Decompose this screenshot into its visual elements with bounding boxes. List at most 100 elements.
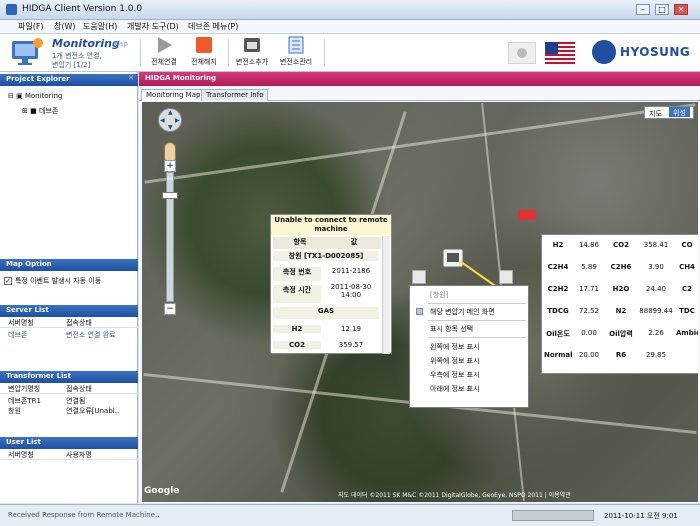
menu-item-main-screen[interactable]: 해당 변압기 메인 화면 bbox=[410, 305, 528, 318]
grid-value: 0.00 bbox=[581, 329, 597, 337]
menu-item-select-display[interactable]: 표시 항목 선택 bbox=[410, 322, 528, 335]
tree-child[interactable]: ⊞ ■ 데브존 bbox=[22, 106, 58, 116]
monitoring-title: Monitoring bbox=[52, 37, 120, 50]
tree-root[interactable]: ⊟ ▣ Monitoring bbox=[8, 92, 62, 100]
grid-value: 14.86 bbox=[578, 241, 600, 249]
project-explorer-header: Project Explorer ✕ bbox=[0, 74, 138, 86]
auto-move-label: 특정 이벤트 발생시 자동 이동 bbox=[15, 277, 102, 285]
popup-gas-label: CO2 bbox=[273, 341, 321, 349]
table-row[interactable]: 데브존TR1 연결됨 bbox=[0, 396, 138, 406]
minimize-button[interactable]: – bbox=[636, 4, 650, 15]
user-list-columns: 서버명칭 사용자명 bbox=[0, 450, 138, 460]
popup-row-label: 측정 시간 bbox=[273, 285, 321, 303]
stop-icon bbox=[196, 37, 212, 53]
monitoring-logo-icon bbox=[12, 38, 43, 65]
grid-label: CO bbox=[681, 241, 693, 249]
transformer-summary: 변압기 [1/2] bbox=[52, 61, 91, 69]
table-row[interactable]: 창원 연결오류[Unabl.. bbox=[0, 406, 138, 416]
maximize-button[interactable]: □ bbox=[655, 4, 669, 15]
transformer-status-cell: 연결오류[Unabl.. bbox=[66, 407, 120, 415]
user-list-title: User List bbox=[6, 438, 41, 446]
toolbar-separator bbox=[140, 39, 141, 67]
hyosung-brand: HYOSUNG bbox=[592, 40, 696, 66]
transformer-marker-icon[interactable] bbox=[442, 248, 464, 268]
grid-label: Oil압력 bbox=[609, 330, 633, 338]
popup-gas-value: 12.19 bbox=[340, 325, 362, 333]
grid-value: 29.85 bbox=[645, 351, 667, 359]
close-button[interactable]: ✕ bbox=[674, 4, 688, 15]
tab-transformer-info[interactable]: Transformer Info bbox=[201, 89, 269, 101]
server-status-cell: 변전소 연결 완료 bbox=[66, 331, 116, 339]
grid-label: C2H2 bbox=[547, 285, 569, 293]
table-row[interactable]: 데브존 변전소 연결 완료 bbox=[0, 330, 138, 340]
popup-col-value: 값 bbox=[327, 237, 381, 249]
grid-label: Oil온도 bbox=[546, 330, 570, 338]
zoom-in-button[interactable]: + bbox=[164, 160, 176, 172]
disconnect-all-label: 전체해지 bbox=[191, 58, 217, 66]
network-port-icon bbox=[244, 38, 260, 52]
marker-box bbox=[412, 270, 426, 284]
menu-dev-tools[interactable]: 개발자 도구(D) bbox=[127, 21, 179, 32]
popup-row-value: 2011-2186 bbox=[331, 267, 371, 275]
toolbar-separator bbox=[228, 39, 229, 67]
korea-flag-icon[interactable] bbox=[508, 42, 536, 64]
popup-transformer-name: 창원 [TX1-D002085] bbox=[273, 251, 379, 261]
map-type-satellite[interactable]: 위성 bbox=[669, 107, 690, 117]
transformer-list-title: Transformer List bbox=[6, 372, 71, 380]
add-substation-button[interactable]: 변전소추가 bbox=[232, 36, 272, 70]
col-user-server: 서버명칭 bbox=[8, 451, 34, 459]
context-menu-header: [창원] bbox=[430, 291, 449, 299]
menu-file[interactable]: 파일(F) bbox=[18, 21, 44, 32]
col-transformer-status: 접속상태 bbox=[66, 385, 92, 393]
connect-all-label: 전체연결 bbox=[151, 58, 177, 66]
us-flag-icon[interactable] bbox=[545, 42, 575, 64]
tab-monitoring-map[interactable]: Monitoring Map bbox=[141, 89, 206, 101]
satellite-map[interactable]: 지도 위성 ▲ ▼ ◀ ▶ + − Unable to connect to rem… bbox=[142, 102, 698, 502]
transformer-name-cell: 데브존TR1 bbox=[8, 397, 41, 405]
menu-item-show-top[interactable]: 위쪽에 정보 표시 bbox=[410, 354, 528, 367]
grid-label: N2 bbox=[615, 307, 627, 315]
grid-label: C2H4 bbox=[547, 263, 569, 271]
window-title: HIDGA Client Version 1.0.0 bbox=[22, 4, 143, 14]
grid-label: CO2 bbox=[613, 241, 629, 249]
map-option-checkbox-row[interactable]: ✓ 특정 이벤트 발생시 자동 이동 bbox=[4, 276, 134, 290]
status-message: Received Response from Remote Machine.. bbox=[8, 511, 160, 519]
transformer-name-cell: 창원 bbox=[8, 407, 21, 415]
col-server-name: 서버명칭 bbox=[8, 319, 34, 327]
grid-label: CH4 bbox=[679, 263, 695, 271]
map-type-toggle: 지도 위성 bbox=[644, 106, 694, 119]
popup-scrollbar[interactable] bbox=[382, 236, 390, 354]
connect-all-button[interactable]: 전체연결 bbox=[144, 36, 184, 70]
pan-control[interactable]: ▲ ▼ ◀ ▶ bbox=[158, 108, 182, 132]
toolbar-separator bbox=[324, 39, 325, 67]
alert-marker[interactable] bbox=[518, 210, 536, 220]
menu-item-show-bottom[interactable]: 아래에 정보 표시 bbox=[410, 382, 528, 395]
popup-gas-header: GAS bbox=[273, 307, 379, 319]
menu-separator bbox=[428, 320, 526, 321]
menu-help[interactable]: 도움말(H) bbox=[83, 21, 117, 32]
app-icon bbox=[6, 4, 17, 15]
close-panel-icon[interactable]: ✕ bbox=[128, 74, 134, 82]
brand-name: HYOSUNG bbox=[620, 45, 691, 59]
menu-item-show-right[interactable]: 우측에 정보 표시 bbox=[410, 368, 528, 381]
title-bar: HIDGA Client Version 1.0.0 – □ ✕ bbox=[0, 0, 700, 20]
auto-move-checkbox[interactable]: ✓ bbox=[4, 277, 12, 285]
map-type-map[interactable]: 지도 bbox=[645, 108, 666, 118]
menu-item-show-left[interactable]: 왼쪽에 정보 표시 bbox=[410, 340, 528, 353]
grid-label: H2 bbox=[552, 241, 564, 249]
popup-gas-label: H2 bbox=[273, 325, 321, 333]
monitoring-panel: HIDGA Monitoring Monitoring Map Transfor… bbox=[139, 72, 700, 503]
map-option-title: Map Option bbox=[6, 260, 52, 268]
tab-strip: Monitoring Map Transformer Info bbox=[139, 87, 700, 101]
disconnect-all-button[interactable]: 전체해지 bbox=[184, 36, 224, 70]
grid-label: R6 bbox=[615, 351, 627, 359]
popup-title: Unable to connect to remote machine bbox=[271, 215, 391, 235]
zoom-slider-thumb[interactable] bbox=[162, 192, 178, 199]
zoom-out-button[interactable]: − bbox=[164, 303, 176, 315]
manage-substation-button[interactable]: 변전소관리 bbox=[276, 36, 316, 70]
gas-data-grid: H2 14.86 CO2 358.41 CO C2H4 5.89 C2H6 3.… bbox=[541, 234, 698, 374]
col-transformer-name: 변압기명칭 bbox=[8, 385, 41, 393]
menu-devzone[interactable]: 데브존 메뉴(P) bbox=[188, 21, 238, 32]
col-connection-status: 접속상태 bbox=[66, 319, 92, 327]
menu-window[interactable]: 창(W) bbox=[54, 21, 76, 32]
